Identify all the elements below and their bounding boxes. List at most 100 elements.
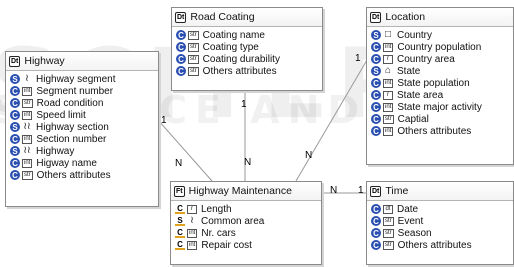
time-entity[interactable]: Dt Time Cdt Date Cstr Event Cstr Season Cstr Ot… [366, 181, 514, 265]
conventional-attribute-icon: C [371, 204, 381, 214]
location-multiplicity-one: 1 [355, 53, 361, 64]
attribute-label: Date [397, 203, 419, 215]
attribute-row-country[interactable]: S □ Country [371, 29, 513, 41]
attribute-label: Coating name [202, 29, 265, 41]
attribute-row-others-attributes[interactable]: Cstr Others attributes [10, 169, 158, 181]
attribute-row-coating-durability[interactable]: Cstr Coating durability [176, 53, 322, 65]
attribute-label: State area [397, 89, 444, 101]
conventional-measure-icon: C [175, 204, 185, 214]
attribute-row-others-attributes[interactable]: Cstr Others attributes [371, 239, 513, 251]
date-type-icon: dt [383, 204, 393, 214]
conventional-attribute-icon: C [176, 66, 186, 76]
attribute-row-speed-limit[interactable]: Cint Speed limit [10, 109, 158, 121]
attribute-row-others-attributes[interactable]: Cint Others attributes [371, 125, 513, 137]
string-type-icon: str [188, 30, 199, 40]
attribute-label: Country [397, 29, 433, 41]
string-type-icon: str [383, 240, 394, 250]
attribute-label: Others attributes [36, 169, 111, 181]
highway-title: Highway [24, 55, 65, 67]
highway-entity[interactable]: Dt Highway S ≀ Highway segment Cint Segment … [5, 51, 159, 207]
integer-type-icon: int [383, 78, 394, 88]
highway-multiplicity-many: N [175, 158, 183, 169]
attribute-label: Length [201, 203, 232, 215]
path-type-icon: ≀ [22, 74, 32, 84]
spatial-attribute-icon: S [10, 122, 20, 132]
attribute-row-state-population[interactable]: Cint State population [371, 77, 513, 89]
attribute-label: Season [397, 227, 432, 239]
dimension-type-icon: Dt [370, 185, 382, 197]
attribute-row-road-condition[interactable]: Cstr Road condition [10, 97, 158, 109]
attribute-label: Others attributes [397, 239, 472, 251]
attribute-row-others-attributes[interactable]: Cstr Others attributes [176, 65, 322, 77]
integer-type-icon: int [383, 42, 394, 52]
attribute-row-higway-name[interactable]: Cint Higway name [10, 157, 158, 169]
attribute-label: Coating durability [202, 53, 280, 65]
real-type-icon: r [383, 54, 393, 64]
attribute-row-coating-type[interactable]: Cstr Coating type [176, 41, 322, 53]
location-entity[interactable]: Dt Location S □ Country Cint Country populat… [366, 7, 514, 165]
location-header[interactable]: Dt Location [367, 8, 513, 27]
link-highway-maintenance [157, 119, 213, 182]
road-coating-entity[interactable]: Dt Road Coating Cstr Coating name Cstr Coat… [171, 7, 323, 91]
conventional-measure-icon: C [175, 240, 185, 250]
attribute-row-coating-name[interactable]: Cstr Coating name [176, 29, 322, 41]
attribute-row-country-area[interactable]: Cr Country area [371, 53, 513, 65]
string-type-icon: str [22, 98, 33, 108]
attribute-row-highway-section[interactable]: S ≀≀ Highway section [10, 121, 158, 133]
string-type-icon: str [383, 216, 394, 226]
attribute-label: Nr. cars [201, 227, 236, 239]
attribute-label: Road condition [36, 97, 104, 109]
attribute-label: State population [397, 77, 470, 89]
integer-type-icon: int [383, 126, 394, 136]
time-multiplicity-many: N [330, 185, 338, 196]
attribute-label: State major activity [397, 101, 482, 113]
string-type-icon: str [188, 66, 199, 76]
location-multiplicity-many: N [305, 150, 313, 161]
dimension-type-icon: Dt [9, 55, 21, 67]
attribute-label: Event [397, 215, 424, 227]
attribute-label: Higway name [36, 157, 97, 169]
attribute-row-season[interactable]: Cstr Season [371, 227, 513, 239]
integer-type-icon: int [22, 134, 33, 144]
attribute-row-date[interactable]: Cdt Date [371, 203, 513, 215]
conventional-attribute-icon: C [10, 134, 20, 144]
attribute-row-highway-segment[interactable]: S ≀ Highway segment [10, 73, 158, 85]
time-title: Time [385, 185, 409, 197]
time-header[interactable]: Dt Time [367, 182, 513, 201]
fact-type-icon: Ft [174, 185, 185, 197]
multipath-type-icon: ≀≀ [22, 121, 32, 132]
attribute-row-state[interactable]: S ⌂ State [371, 65, 513, 77]
measure-row-common-area[interactable]: S ≀ Common area [175, 215, 321, 227]
integer-type-icon: int [187, 240, 198, 250]
attribute-label: State [397, 65, 421, 77]
attribute-row-country-population[interactable]: Cint Country population [371, 41, 513, 53]
measure-row-repair-cost[interactable]: Cint Repair cost [175, 239, 321, 251]
attribute-row-segment-number[interactable]: Cint Segment number [10, 85, 158, 97]
attribute-label: Highway [36, 145, 75, 157]
highway-maintenance-entity[interactable]: Ft Highway Maintenance Cr Length S ≀ Common … [170, 181, 322, 265]
conventional-attribute-icon: C [371, 78, 381, 88]
conventional-attribute-icon: C [10, 158, 20, 168]
attribute-row-captial[interactable]: Cstr Captial [371, 113, 513, 125]
conventional-attribute-icon: C [371, 240, 381, 250]
conventional-attribute-icon: C [371, 102, 381, 112]
conventional-attribute-icon: C [371, 114, 381, 124]
string-type-icon: str [383, 114, 394, 124]
conventional-attribute-icon: C [371, 228, 381, 238]
attribute-row-state-major-activity[interactable]: Cint State major activity [371, 101, 513, 113]
conventional-attribute-icon: C [10, 170, 20, 180]
road-coating-header[interactable]: Dt Road Coating [172, 8, 322, 27]
highway-maintenance-title: Highway Maintenance [188, 185, 292, 197]
time-attributes: Cdt Date Cstr Event Cstr Season Cstr Others att… [367, 201, 513, 251]
measure-row-length[interactable]: Cr Length [175, 203, 321, 215]
attribute-label: Country area [397, 53, 455, 65]
attribute-row-event[interactable]: Cstr Event [371, 215, 513, 227]
spatial-attribute-icon: S [10, 74, 20, 84]
measure-row-nr-cars[interactable]: Cint Nr. cars [175, 227, 321, 239]
highway-maintenance-header[interactable]: Ft Highway Maintenance [171, 182, 321, 201]
attribute-label: Highway segment [36, 73, 116, 85]
attribute-row-highway[interactable]: S ≀≀ Highway [10, 145, 158, 157]
attribute-row-state-area[interactable]: Cr State area [371, 89, 513, 101]
attribute-row-section-number[interactable]: Cint Section number [10, 133, 158, 145]
highway-header[interactable]: Dt Highway [6, 52, 158, 71]
